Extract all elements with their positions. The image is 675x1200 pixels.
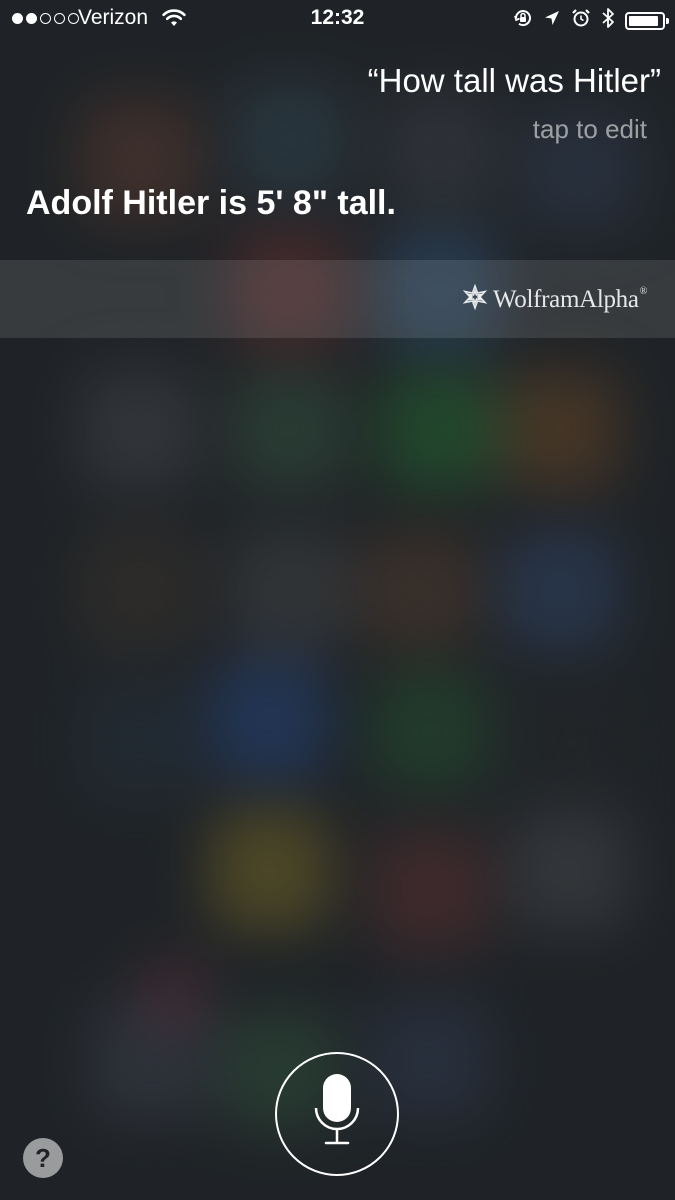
battery-icon [625,11,669,30]
battery-level [629,15,658,26]
siri-help-button[interactable]: ? [23,1138,63,1178]
status-icons [513,7,669,34]
wolfram-alpha-name: WolframAlpha® [492,285,647,313]
help-question-mark-icon: ? [35,1142,51,1173]
wolfram-alpha-logo: WolframAlpha® [462,283,647,315]
location-arrow-icon [543,9,561,32]
microphone-icon [312,1072,362,1157]
siri-screen: Verizon 12:32 “How tall was Hitler” tap … [0,0,675,1200]
tap-to-edit-link[interactable]: tap to edit [533,114,647,145]
siri-answer-text: Adolf Hitler is 5' 8" tall. [26,184,396,222]
background-dim-overlay [0,0,675,1200]
wolfram-star-icon [462,283,488,315]
alarm-icon [571,8,591,33]
siri-query-text[interactable]: “How tall was Hitler” [368,62,661,100]
wolfram-alpha-source-bar[interactable]: WolframAlpha® [0,260,675,338]
status-bar: Verizon 12:32 [0,0,675,40]
bluetooth-icon [601,7,615,34]
orientation-lock-icon [513,8,533,33]
siri-microphone-button[interactable] [275,1052,399,1176]
